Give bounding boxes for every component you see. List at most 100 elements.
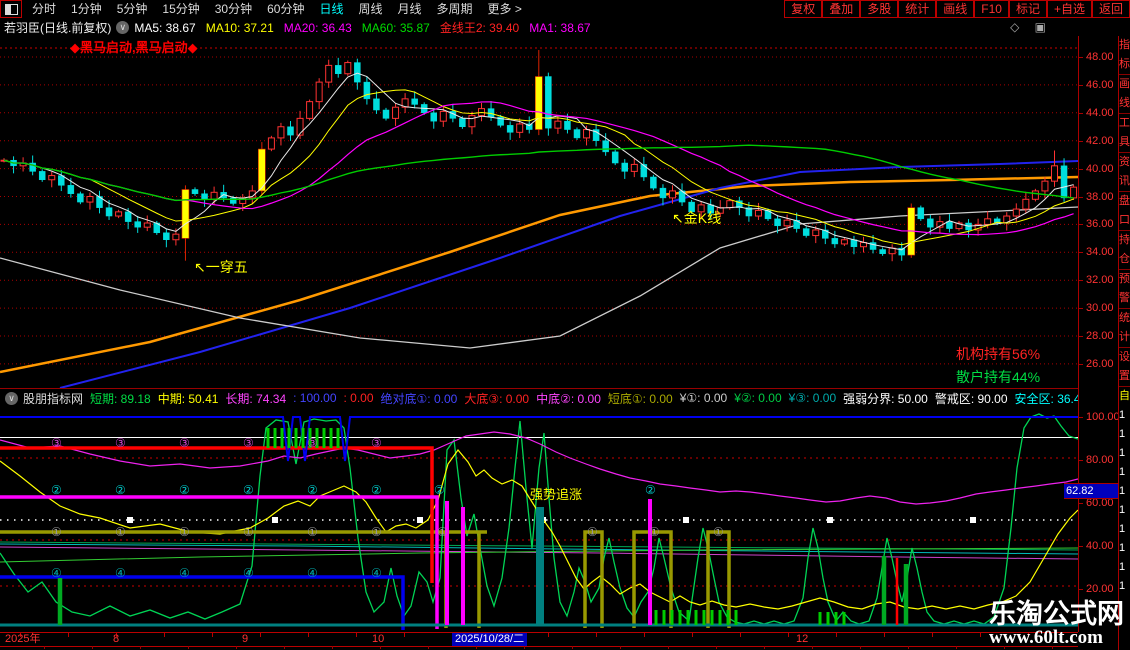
price-label: 46.00 <box>1086 79 1114 91</box>
indicator-header-item-14: 警戒区: 90.00 <box>935 390 1008 407</box>
indicator-header-item-10: ¥①: 0.00 <box>680 391 727 405</box>
svg-text:④: ④ <box>51 566 62 580</box>
menu-item-8[interactable]: 月线 <box>398 0 422 18</box>
toolbar-button-8[interactable]: 返回 <box>1092 0 1130 18</box>
chevron-down-icon[interactable]: ∨ <box>116 21 129 34</box>
menu-item-10[interactable]: 更多 > <box>488 0 522 18</box>
indicator-header-item-5: : 0.00 <box>344 391 374 405</box>
time-tick <box>68 633 69 637</box>
ma-values: MA5: 38.67MA10: 37.21MA20: 36.43MA60: 35… <box>134 19 600 36</box>
indicator-header: ∨股朋指标网短期: 89.18中期: 50.41长期: 74.34: 100.0… <box>0 388 1078 407</box>
indicator-axis-label: 80.00 <box>1086 454 1114 466</box>
svg-text:强势追涨: 强势追涨 <box>530 487 582 502</box>
clipped-glyph: 预 <box>1119 270 1130 289</box>
clipped-glyph: 统 <box>1119 309 1130 328</box>
toolbar-button-3[interactable]: 统计 <box>898 0 936 18</box>
svg-text:③: ③ <box>307 436 318 450</box>
clipped-glyph: 设 <box>1119 348 1130 367</box>
svg-text:①: ① <box>371 525 382 539</box>
window-layout-icon[interactable] <box>0 0 22 18</box>
indicator-axis-label: 100.00 <box>1086 411 1120 423</box>
info-bar: 若羽臣(日线.前复权) ∨ MA5: 38.67MA10: 37.21MA20:… <box>0 18 1130 36</box>
indicator-header-item-2: 中期: 50.41 <box>158 390 219 407</box>
toolbar-button-7[interactable]: +自选 <box>1047 0 1092 18</box>
price-axis: 48.0046.0044.0042.0040.0038.0036.0034.00… <box>1078 36 1119 388</box>
menu-item-1[interactable]: 1分钟 <box>71 0 102 18</box>
toolbar-button-4[interactable]: 画线 <box>936 0 974 18</box>
menu-item-2[interactable]: 5分钟 <box>117 0 148 18</box>
ma-value-4: 金线王2: 39.40 <box>440 21 519 35</box>
clipped-glyph: 仓 <box>1119 250 1130 269</box>
price-tick <box>1079 169 1083 170</box>
svg-text:④: ④ <box>115 566 126 580</box>
watermark-title: 乐淘公式网 <box>989 600 1124 628</box>
price-label: 40.00 <box>1086 163 1114 175</box>
price-tick <box>1079 280 1083 281</box>
menu-item-0[interactable]: 分时 <box>32 0 56 18</box>
menu-item-3[interactable]: 15分钟 <box>162 0 199 18</box>
svg-text:③: ③ <box>179 436 190 450</box>
svg-text:①: ① <box>713 525 724 539</box>
price-label: 48.00 <box>1086 51 1114 63</box>
clipped-list-number: 1 <box>1119 501 1130 520</box>
clipped-list-number: 1 <box>1119 463 1130 482</box>
clipped-glyph: 指 <box>1119 36 1130 55</box>
toolbar-button-1[interactable]: 叠加 <box>822 0 860 18</box>
svg-text:④: ④ <box>243 566 254 580</box>
price-tick <box>1079 336 1083 337</box>
price-tick <box>1079 57 1083 58</box>
indicator-current-value: 62.82 <box>1064 483 1118 499</box>
clipped-glyph: 资 <box>1119 153 1130 172</box>
indicator-axis: 100.0080.0060.0040.0020.0062.82 <box>1078 388 1119 632</box>
svg-text:①: ① <box>307 525 318 539</box>
toolbar-button-2[interactable]: 多股 <box>860 0 898 18</box>
indicator-panel[interactable]: ③③③③③③②②②②②②②②①①①①①①①①①①④④④④④④强势追涨 <box>0 406 1078 632</box>
main-candlestick-chart[interactable]: ◆黑马启动,黑马启动◆↖一穿五↖金K线机构持有56%散户持有44% <box>0 36 1078 388</box>
clipped-glyph-yellow: 自 <box>1119 387 1130 406</box>
clipped-list-number: 1 <box>1119 425 1130 444</box>
toolbar-button-0[interactable]: 复权 <box>784 0 822 18</box>
price-tick <box>1079 224 1083 225</box>
toolbar-button-6[interactable]: 标记 <box>1009 0 1047 18</box>
clipped-glyph: 标 <box>1119 55 1130 74</box>
time-tick <box>404 633 405 637</box>
main-chart-canvas: ◆黑马启动,黑马启动◆↖一穿五↖金K线机构持有56%散户持有44% <box>0 36 1078 388</box>
indicator-header-item-1: 短期: 89.18 <box>90 390 151 407</box>
menu-item-7[interactable]: 周线 <box>358 0 382 18</box>
indicator-header-item-11: ¥②: 0.00 <box>734 391 781 405</box>
clipped-glyph: 线 <box>1119 94 1130 113</box>
svg-text:③: ③ <box>115 436 126 450</box>
svg-text:◆黑马启动,黑马启动◆: ◆黑马启动,黑马启动◆ <box>70 40 198 55</box>
clipped-side-panel: 指标画线工具资讯盘口持仓预警统计设置自1111111111 <box>1118 36 1130 650</box>
svg-text:①: ① <box>649 525 660 539</box>
chevron-down-icon[interactable]: ∨ <box>5 392 18 405</box>
toolbar-button-5[interactable]: F10 <box>974 0 1009 18</box>
price-tick <box>1079 197 1083 198</box>
clipped-glyph: 持 <box>1119 231 1130 250</box>
menu-bar: 分时 1分钟 5分钟 15分钟 30分钟 60分钟日线周线月线多周期更多 > 复权叠加多股… <box>0 0 1130 18</box>
crosshair-date-box: 2025/10/28/二 <box>452 633 527 646</box>
menu-item-4[interactable]: 30分钟 <box>215 0 252 18</box>
indicator-header-item-3: 长期: 74.34 <box>225 390 286 407</box>
window-control-icons[interactable]: ◇ ▣ <box>1010 20 1052 34</box>
menu-item-5[interactable]: 60分钟 <box>267 0 304 18</box>
menu-item-6[interactable]: 日线 <box>319 0 343 18</box>
indicator-header-item-6: 绝对底①: 0.00 <box>381 390 458 407</box>
next-pane-stub <box>0 646 1078 650</box>
price-label: 26.00 <box>1086 358 1114 370</box>
indicator-header-item-12: ¥③: 0.00 <box>789 391 836 405</box>
clipped-glyph: 盘 <box>1119 192 1130 211</box>
price-tick <box>1079 308 1083 309</box>
clipped-glyph: 置 <box>1119 367 1130 386</box>
indicator-header-item-7: 大底③: 0.00 <box>464 390 529 407</box>
price-label: 44.00 <box>1086 107 1114 119</box>
price-label: 34.00 <box>1086 246 1114 258</box>
time-tick <box>932 633 933 637</box>
svg-text:②: ② <box>434 483 445 497</box>
price-label: 32.00 <box>1086 274 1114 286</box>
svg-text:②: ② <box>179 483 190 497</box>
watermark: 乐淘公式网 www.60lt.com <box>989 600 1124 647</box>
time-tick <box>548 633 549 637</box>
clipped-list-number: 1 <box>1119 482 1130 501</box>
menu-item-9[interactable]: 多周期 <box>437 0 473 18</box>
